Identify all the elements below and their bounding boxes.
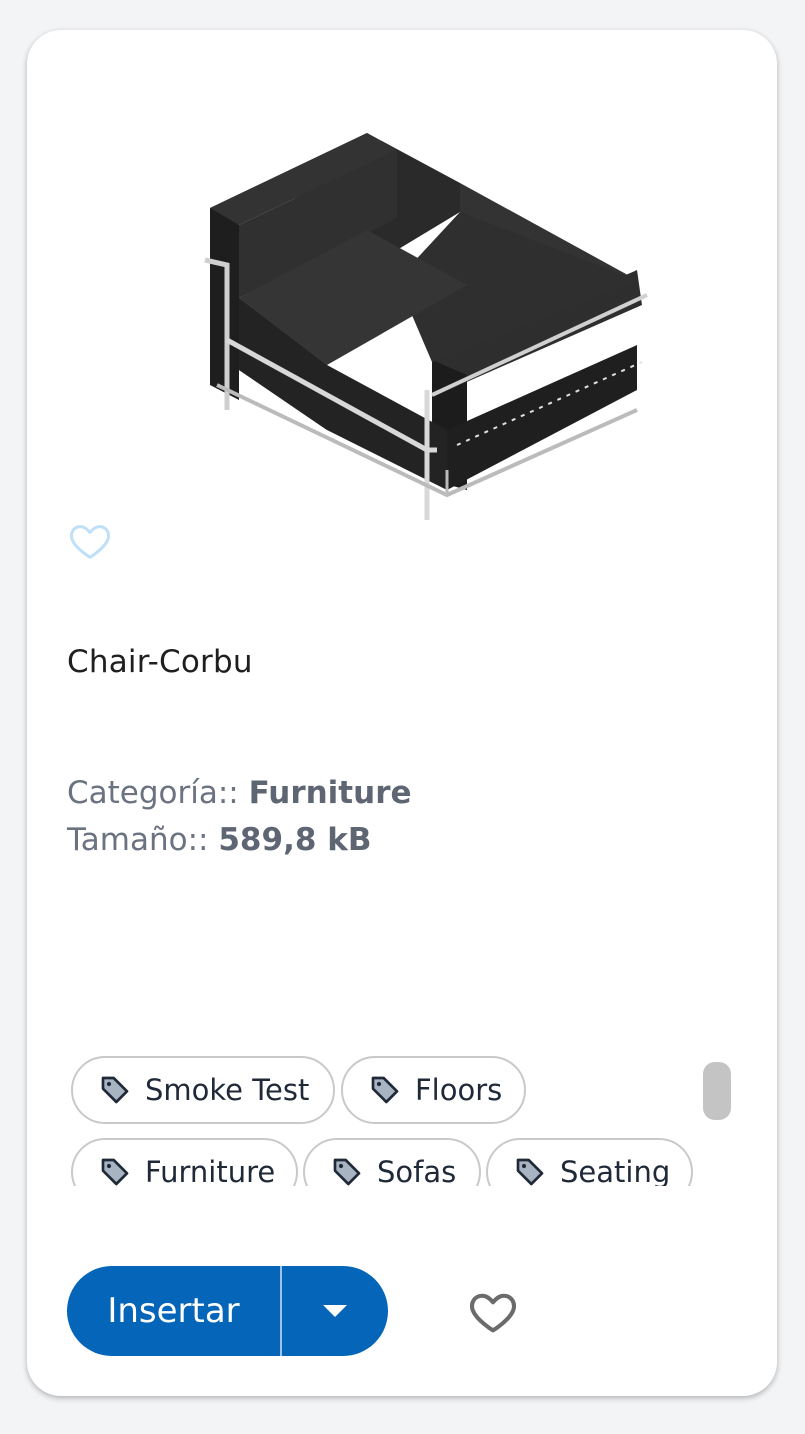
tag-label: Seating (560, 1155, 671, 1186)
tag-icon (333, 1158, 361, 1186)
category-label: Categoría:: (67, 775, 239, 811)
tag-icon (371, 1076, 399, 1104)
tag-label: Floors (415, 1073, 503, 1107)
insert-options-button[interactable] (282, 1266, 388, 1356)
tag-list: Smoke Test Floors Furniture Sofas Seatin… (71, 1054, 701, 1186)
size-label: Tamaño:: (67, 822, 209, 858)
size-value: 589,8 kB (218, 822, 372, 858)
chair-thumbnail (204, 133, 648, 520)
caret-down-icon (323, 1305, 347, 1317)
tag-label: Smoke Test (145, 1073, 310, 1107)
size-row: Tamaño:: 589,8 kB (67, 822, 371, 858)
insert-split-button: Insertar (67, 1266, 388, 1356)
tag-chip[interactable]: Floors (341, 1056, 526, 1124)
tag-icon (101, 1076, 129, 1104)
asset-title: Chair-Corbu (67, 644, 253, 680)
heart-outline-icon[interactable] (467, 1286, 519, 1338)
tag-icon (101, 1158, 129, 1186)
tags-scrollbar-thumb[interactable] (703, 1062, 731, 1120)
tag-icon (516, 1158, 544, 1186)
insert-button[interactable]: Insertar (67, 1266, 280, 1356)
asset-card: Chair-Corbu Categoría:: Furniture Tamaño… (27, 30, 777, 1396)
tag-chip[interactable]: Sofas (303, 1138, 481, 1186)
tag-chip[interactable]: Furniture (71, 1138, 298, 1186)
tag-chip[interactable]: Smoke Test (71, 1056, 335, 1124)
category-row: Categoría:: Furniture (67, 775, 412, 811)
tag-label: Sofas (377, 1155, 457, 1186)
category-value: Furniture (248, 775, 412, 811)
tag-chip[interactable]: Seating (486, 1138, 693, 1186)
favorite-heart-icon[interactable] (67, 518, 113, 564)
tag-label: Furniture (145, 1155, 276, 1186)
